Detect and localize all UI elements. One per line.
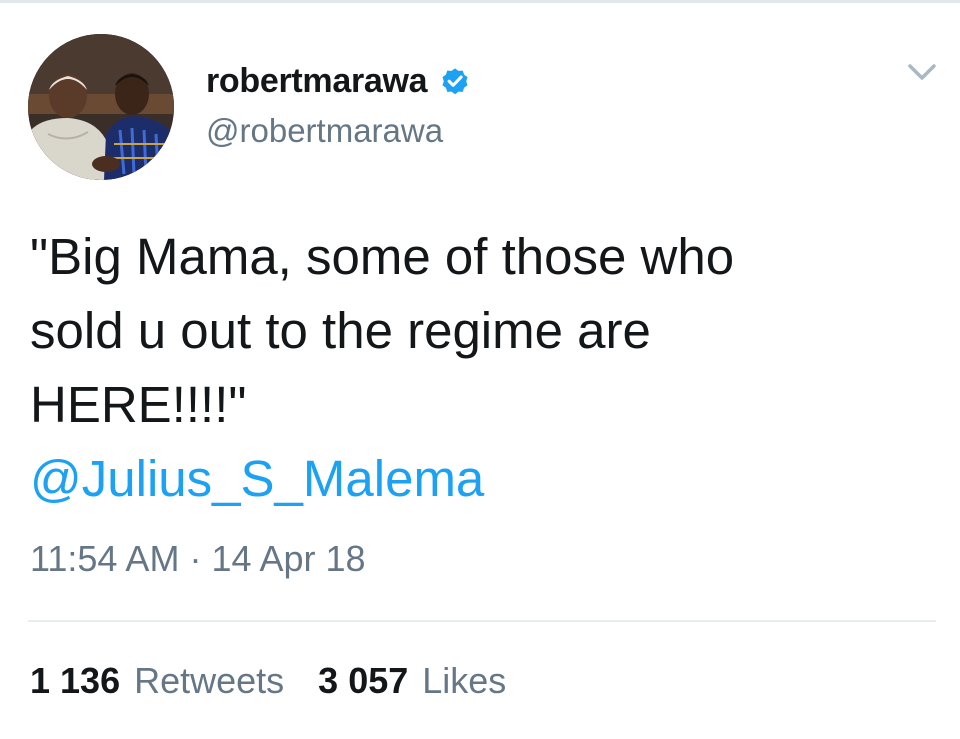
stats-divider xyxy=(28,620,936,622)
retweets-label: Retweets xyxy=(134,660,285,701)
tweet-date[interactable]: 14 Apr 18 xyxy=(211,538,365,579)
likes-label: Likes xyxy=(422,660,507,701)
likes-count: 3 057 xyxy=(318,660,409,701)
author-display-name[interactable]: robertmarawa xyxy=(206,62,428,101)
tweet-time[interactable]: 11:54 AM xyxy=(30,538,179,579)
top-divider xyxy=(0,0,960,3)
tweet-timestamp[interactable]: 11:54 AM · 14 Apr 18 xyxy=(30,538,366,580)
tweet-text: "Big Mama, some of those who sold u out … xyxy=(30,220,930,516)
tweet-text-line: HERE!!!!" xyxy=(30,376,247,433)
chevron-down-icon[interactable] xyxy=(902,58,942,90)
retweets-stat[interactable]: 1 136 Retweets xyxy=(30,660,284,702)
author-name-row[interactable]: robertmarawa xyxy=(206,58,471,104)
verified-badge-icon xyxy=(439,65,471,97)
likes-stat[interactable]: 3 057 Likes xyxy=(318,660,506,702)
mention-link[interactable]: @Julius_S_Malema xyxy=(30,442,930,516)
tweet-text-line: "Big Mama, some of those who xyxy=(30,228,735,285)
retweets-count: 1 136 xyxy=(30,660,121,701)
profile-photo-icon xyxy=(28,34,174,180)
tweet-text-line: sold u out to the regime are xyxy=(30,302,651,359)
author-handle[interactable]: @robertmarawa xyxy=(206,112,443,150)
timestamp-separator: · xyxy=(189,538,212,579)
avatar[interactable] xyxy=(28,34,174,180)
tweet-stats: 1 136 Retweets 3 057 Likes xyxy=(30,660,506,702)
